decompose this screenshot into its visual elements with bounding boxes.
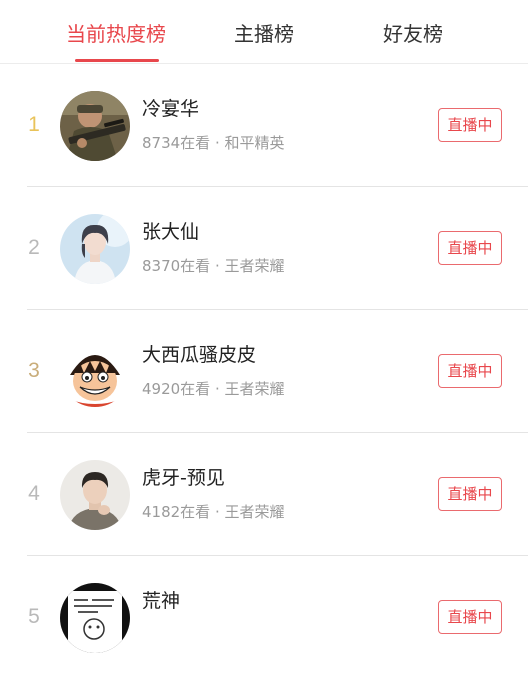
list-item[interactable]: 2 张大仙 8370在看 · 王者荣耀 直播中 — [0, 187, 528, 310]
rank-number: 5 — [28, 605, 40, 628]
viewer-game-info: 8370在看 · 王者荣耀 — [142, 257, 285, 275]
active-tab-indicator — [75, 59, 159, 62]
list-item[interactable]: 4 虎牙-预见 4182在看 · 王者荣耀 直播中 — [0, 433, 528, 556]
live-button[interactable]: 直播中 — [438, 600, 502, 634]
viewer-game-info: 4920在看 · 王者荣耀 — [142, 380, 285, 398]
rank-number: 3 — [28, 359, 40, 382]
meme-avatar-icon — [60, 583, 130, 653]
tab-friends[interactable]: 好友榜 — [383, 18, 443, 50]
tab-current-heat[interactable]: 当前热度榜 — [66, 18, 166, 50]
list-item[interactable]: 3 大西瓜骚皮皮 4920在看 · 王者荣耀 直播中 — [0, 310, 528, 433]
streamer-name: 冷宴华 — [142, 98, 200, 120]
rank-number: 1 — [28, 113, 40, 136]
rank-number: 2 — [28, 236, 40, 259]
cartoon-pirate-avatar-icon — [60, 337, 130, 407]
live-button[interactable]: 直播中 — [438, 231, 502, 265]
soldier-avatar-icon — [60, 91, 130, 161]
person-avatar-icon — [60, 460, 130, 530]
list-item[interactable]: 5 荒神 直播中 — [0, 556, 528, 679]
list-item[interactable]: 1 冷宴华 8734在看 · 和平精英 直播中 — [0, 64, 528, 187]
live-button[interactable]: 直播中 — [438, 354, 502, 388]
streamer-name: 张大仙 — [142, 221, 200, 243]
viewer-game-info: 4182在看 · 王者荣耀 — [142, 503, 285, 521]
person-avatar-icon — [60, 214, 130, 284]
tab-anchor[interactable]: 主播榜 — [234, 18, 294, 50]
rank-number: 4 — [28, 482, 40, 505]
streamer-name: 大西瓜骚皮皮 — [142, 344, 257, 366]
streamer-name: 荒神 — [142, 590, 181, 612]
tab-bar: 当前热度榜 主播榜 好友榜 — [0, 0, 528, 64]
viewer-game-info: 8734在看 · 和平精英 — [142, 134, 285, 152]
live-button[interactable]: 直播中 — [438, 108, 502, 142]
streamer-name: 虎牙-预见 — [142, 467, 225, 489]
live-button[interactable]: 直播中 — [438, 477, 502, 511]
